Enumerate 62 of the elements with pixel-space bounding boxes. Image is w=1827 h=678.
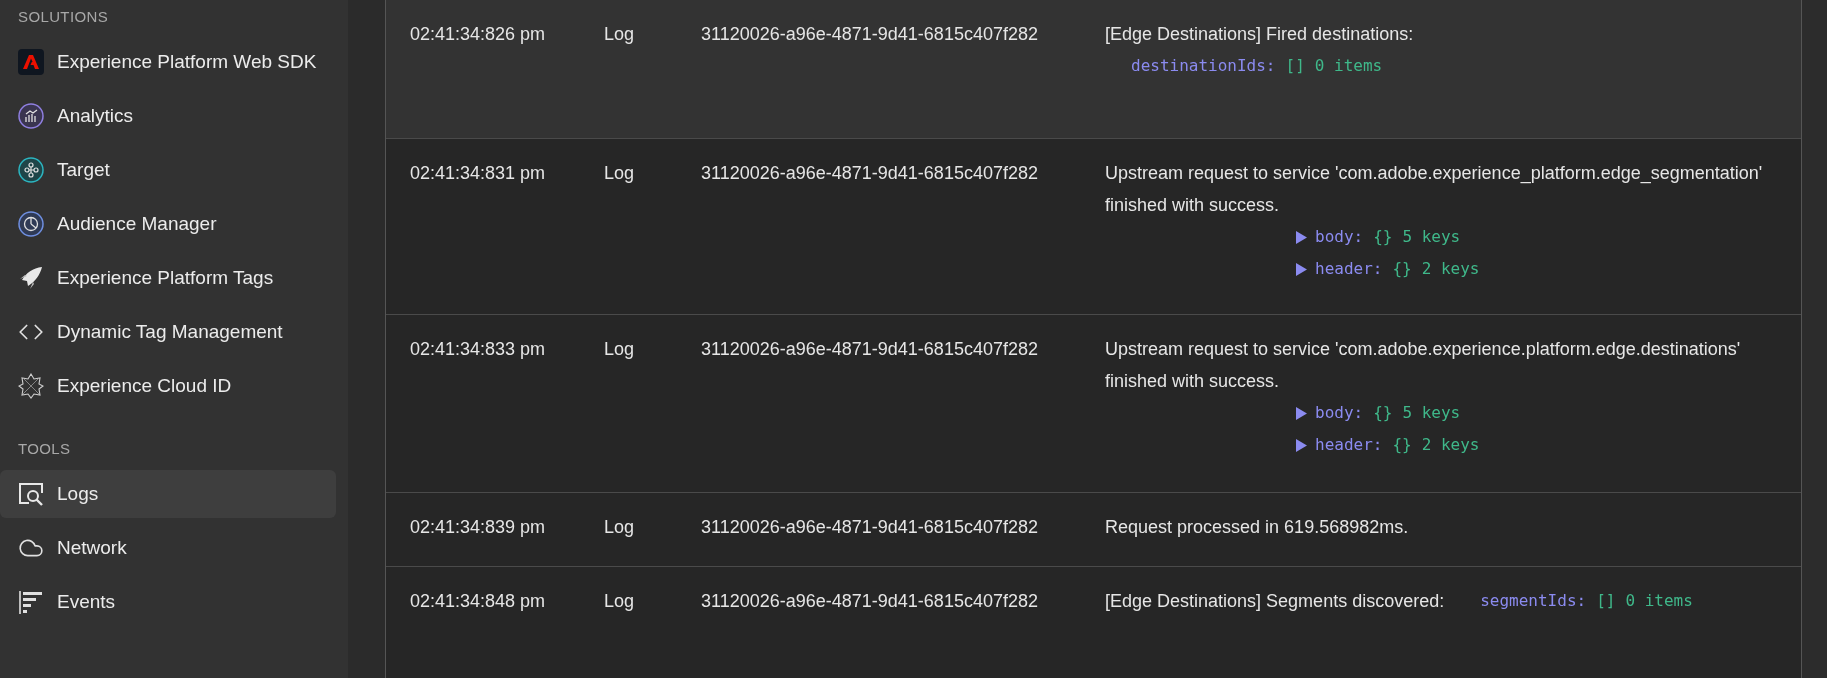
field-value: [] <box>1596 590 1616 612</box>
sidebar-item[interactable]: Target <box>0 146 336 194</box>
sidebar-item[interactable]: Network <box>0 524 336 572</box>
sidebar-item[interactable]: Dynamic Tag Management <box>0 308 336 356</box>
field-value: {} <box>1392 258 1412 280</box>
time-cell-text: 02:41:34:839 pm <box>409 516 547 539</box>
expand-triangle-icon[interactable] <box>1295 406 1307 420</box>
events-bars-icon <box>18 589 44 615</box>
sidebar-item[interactable]: Experience Platform Tags <box>0 254 336 302</box>
bar-chart-circle-icon <box>18 103 44 129</box>
field-count: 5 keys <box>1402 226 1461 248</box>
expand-triangle-icon[interactable] <box>1295 262 1307 276</box>
field-key: body: <box>1315 397 1364 429</box>
time-cell-text: 02:41:34:848 pm <box>409 590 547 613</box>
adobe-logo-icon <box>18 49 44 75</box>
time-cell-text: 02:41:34:826 pm <box>409 23 547 46</box>
field-value: {} <box>1392 434 1412 456</box>
message-text: Request processed in 619.568982ms. <box>1105 516 1409 539</box>
id-cell-text: 31120026-a96e-4871-9d41-6815c407f282 <box>701 516 1039 539</box>
level-cell-text: Log <box>604 162 636 185</box>
field-count: 2 keys <box>1421 258 1480 280</box>
time-cell-text: 02:41:34:831 pm <box>409 162 547 185</box>
pie-circle-icon <box>18 211 44 237</box>
field-value: {} <box>1373 402 1393 424</box>
level-cell-text: Log <box>604 590 636 613</box>
field-count: 5 keys <box>1402 402 1461 424</box>
message-text: [Edge Destinations] Segments discovered: <box>1105 590 1445 613</box>
section-heading: TOOLS <box>18 439 71 459</box>
nodes-circle-icon <box>18 157 44 183</box>
message-text: Upstream request to service 'com.adobe.experience.platform.edge.destinations' finished with success. <box>1105 338 1742 393</box>
field-count: 0 items <box>1314 55 1383 77</box>
field-value: {} <box>1373 226 1393 248</box>
message-text: [Edge Destinations] Fired destinations: <box>1105 23 1414 46</box>
field-count: 2 keys <box>1421 434 1480 456</box>
log-row[interactable]: 02:41:34:826 pm Log 31120026-a96e-4871-9d41-6815c407f282 [Edge Destinations] Fired destinations: destinationIds: [] 0 items <box>386 0 1801 139</box>
id-cell-text: 31120026-a96e-4871-9d41-6815c407f282 <box>701 338 1039 361</box>
sidebar-item[interactable]: Events <box>0 578 336 626</box>
field-key: header: <box>1315 253 1383 285</box>
star-burst-icon <box>18 373 44 399</box>
id-cell-text: 31120026-a96e-4871-9d41-6815c407f282 <box>701 162 1039 185</box>
field-key: destinationIds: <box>1131 50 1276 82</box>
id-cell-text: 31120026-a96e-4871-9d41-6815c407f282 <box>701 23 1039 46</box>
field-key: body: <box>1315 221 1364 253</box>
field-count: 0 items <box>1625 590 1693 612</box>
message-text: Upstream request to service 'com.adobe.experience_platform.edge_segmentation' finished with success. <box>1105 162 1764 217</box>
id-cell-text: 31120026-a96e-4871-9d41-6815c407f282 <box>701 590 1039 613</box>
sidebar-item[interactable]: Audience Manager <box>0 200 336 248</box>
level-cell-text: Log <box>604 23 636 46</box>
section-heading: SOLUTIONS <box>18 7 109 27</box>
field-key: segmentIds: <box>1480 585 1587 617</box>
expand-triangle-icon[interactable] <box>1295 438 1307 452</box>
search-log-icon <box>18 481 44 507</box>
level-cell-text: Log <box>604 516 636 539</box>
expand-triangle-icon[interactable] <box>1295 230 1307 244</box>
sidebar-item[interactable]: Experience Cloud ID <box>0 362 336 410</box>
sidebar-item[interactable]: Experience Platform Web SDK <box>0 38 336 86</box>
sidebar-item[interactable]: Analytics <box>0 92 336 140</box>
field-value: [] <box>1285 55 1305 77</box>
time-cell-text: 02:41:34:833 pm <box>409 338 547 361</box>
level-cell-text: Log <box>604 338 636 361</box>
sidebar-item[interactable]: Logs <box>0 470 336 518</box>
field-key: header: <box>1315 429 1383 461</box>
